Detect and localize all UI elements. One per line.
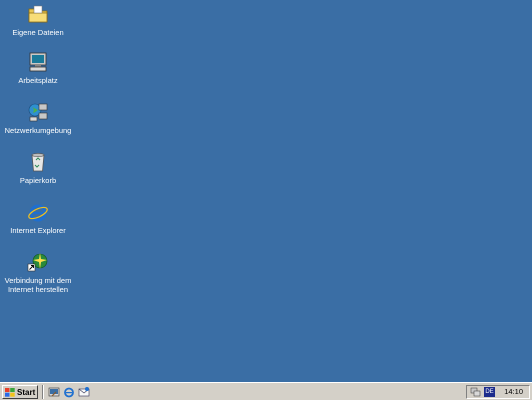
windows-logo-icon bbox=[5, 387, 15, 397]
desktop-icon-label: Netzwerkumgebung bbox=[4, 126, 72, 135]
recycle-bin-icon bbox=[27, 151, 49, 173]
taskbar-separator bbox=[42, 385, 44, 399]
internet-explorer-icon bbox=[27, 201, 49, 223]
language-indicator[interactable]: DE bbox=[484, 387, 495, 397]
computer-icon bbox=[27, 51, 49, 73]
system-tray: DE 14:10 bbox=[466, 385, 530, 399]
clock[interactable]: 14:10 bbox=[504, 387, 523, 397]
outlook-express-icon[interactable] bbox=[78, 386, 90, 398]
desktop-icon-label: Verbindung mit dem Internet herstellen bbox=[4, 276, 72, 294]
desktop-icon-arbeitsplatz[interactable]: Arbeitsplatz bbox=[0, 51, 76, 85]
desktop-icon-label: Eigene Dateien bbox=[12, 28, 64, 37]
desktop-icon-internet-explorer[interactable]: Internet Explorer bbox=[0, 201, 76, 235]
network-icon bbox=[27, 101, 49, 123]
show-desktop-icon[interactable] bbox=[48, 386, 60, 398]
folder-icon bbox=[27, 3, 49, 25]
connection-wizard-icon bbox=[27, 251, 49, 273]
network-status-icon[interactable] bbox=[470, 387, 481, 397]
desktop-icon-label: Internet Explorer bbox=[10, 226, 66, 235]
desktop-icon-label: Papierkorb bbox=[19, 176, 57, 185]
start-label: Start bbox=[17, 387, 36, 397]
start-button[interactable]: Start bbox=[2, 385, 38, 399]
desktop-icon-eigene-dateien[interactable]: Eigene Dateien bbox=[0, 3, 76, 37]
taskbar: Start DE 14:10 bbox=[0, 382, 532, 400]
desktop-icon-label: Arbeitsplatz bbox=[18, 76, 58, 85]
desktop-icon-papierkorb[interactable]: Papierkorb bbox=[0, 151, 76, 185]
desktop-icon-verbindung-herstellen[interactable]: Verbindung mit dem Internet herstellen bbox=[0, 251, 76, 294]
internet-explorer-icon[interactable] bbox=[63, 386, 75, 398]
desktop-icon-netzwerkumgebung[interactable]: Netzwerkumgebung bbox=[0, 101, 76, 135]
desktop: Eigene Dateien Arbeitsplatz Netzwerkumge… bbox=[0, 0, 532, 382]
